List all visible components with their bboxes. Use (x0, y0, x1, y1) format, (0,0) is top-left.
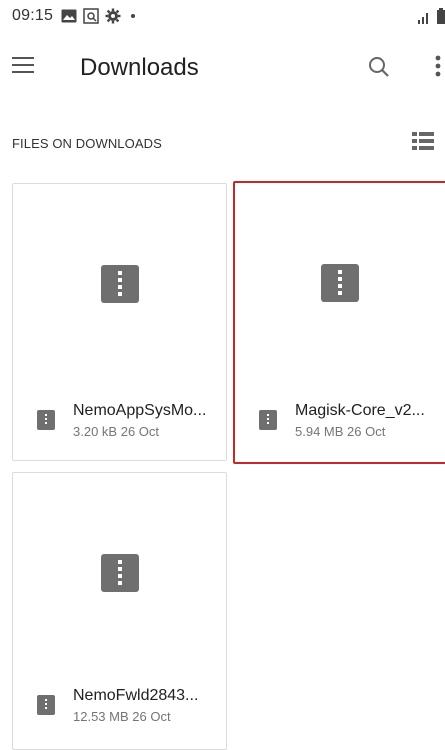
status-bar: 09:15 (0, 0, 445, 32)
screenshot-icon (83, 8, 99, 24)
file-thumbnail (235, 183, 445, 383)
status-time: 09:15 (12, 7, 54, 24)
file-name: NemoAppSysMo... (73, 402, 207, 419)
file-date: 26 Oct (347, 424, 386, 439)
file-name: NemoFwld2843... (73, 687, 199, 704)
file-tile[interactable]: NemoFwld2843... 12.53 MB 26 Oct (12, 472, 227, 750)
zip-file-icon (37, 695, 55, 715)
file-size: 5.94 MB (295, 424, 344, 439)
zip-file-icon (321, 264, 359, 302)
list-view-icon[interactable] (412, 132, 434, 152)
signal-icon (417, 10, 431, 29)
page-title: Downloads (80, 54, 199, 81)
zip-file-icon (259, 410, 277, 430)
file-size: 12.53 MB (73, 709, 129, 724)
image-icon (61, 9, 77, 23)
settings-icon (105, 8, 121, 24)
battery-icon (437, 8, 445, 29)
file-date: 26 Oct (132, 709, 171, 724)
search-icon[interactable] (368, 56, 394, 82)
file-thumbnail (13, 473, 226, 673)
status-right-icons (417, 8, 445, 29)
file-tile-footer: NemoAppSysMo... 3.20 kB 26 Oct (13, 390, 226, 460)
app-bar: Downloads (0, 36, 445, 100)
zip-file-icon (100, 554, 139, 592)
dot-icon (131, 14, 136, 18)
file-size: 3.20 kB (73, 424, 118, 439)
file-meta: 12.53 MB 26 Oct (73, 709, 171, 724)
hamburger-menu-icon[interactable] (12, 54, 42, 82)
file-thumbnail (13, 184, 226, 384)
zip-file-icon (100, 265, 139, 303)
file-tile-selected[interactable]: Magisk-Core_v2... 5.94 MB 26 Oct (233, 181, 445, 464)
file-name: Magisk-Core_v2... (295, 402, 425, 419)
zip-file-icon (37, 410, 55, 430)
file-meta: 5.94 MB 26 Oct (295, 424, 385, 439)
file-tile-footer: NemoFwld2843... 12.53 MB 26 Oct (13, 675, 226, 745)
file-tile-footer: Magisk-Core_v2... 5.94 MB 26 Oct (235, 390, 445, 460)
more-vert-icon[interactable] (434, 54, 445, 84)
file-tile[interactable]: NemoAppSysMo... 3.20 kB 26 Oct (12, 183, 227, 461)
file-date: 26 Oct (120, 424, 160, 439)
section-label: FILES ON DOWNLOADS (12, 136, 162, 151)
file-meta: 3.20 kB 26 Oct (73, 424, 159, 439)
